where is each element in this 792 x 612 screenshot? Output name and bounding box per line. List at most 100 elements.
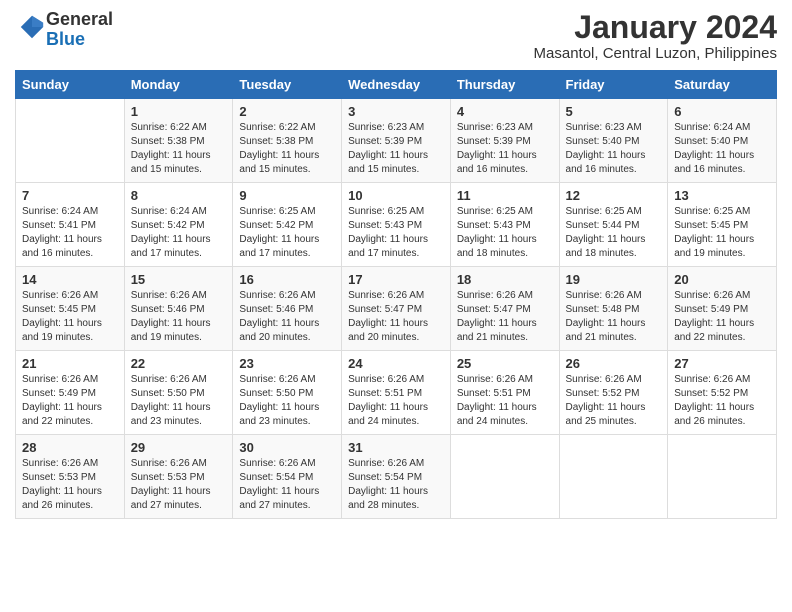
day-number: 26 [566,356,662,371]
day-number: 23 [239,356,335,371]
day-info: Sunrise: 6:26 AM Sunset: 5:50 PM Dayligh… [239,373,335,429]
calendar-body: 1 Sunrise: 6:22 AM Sunset: 5:38 PM Daylig… [16,99,777,519]
page-header: General Blue January 2024 Masantol, Cent… [15,10,777,62]
logo-text: General Blue [46,10,113,50]
day-info: Sunrise: 6:22 AM Sunset: 5:38 PM Dayligh… [239,121,335,177]
location: Masantol, Central Luzon, Philippines [534,45,777,62]
day-info: Sunrise: 6:25 AM Sunset: 5:44 PM Dayligh… [566,205,662,261]
title-block: January 2024 Masantol, Central Luzon, Ph… [534,10,777,62]
day-number: 18 [457,272,553,287]
calendar-cell: 5 Sunrise: 6:23 AM Sunset: 5:40 PM Daylig… [559,99,668,183]
day-info: Sunrise: 6:26 AM Sunset: 5:54 PM Dayligh… [348,457,444,513]
calendar-header-row: SundayMondayTuesdayWednesdayThursdayFrid… [16,71,777,99]
calendar-cell: 30Sunrise: 6:26 AM Sunset: 5:54 PM Dayli… [233,435,342,519]
day-info: Sunrise: 6:26 AM Sunset: 5:46 PM Dayligh… [131,289,227,345]
day-number: 15 [131,272,227,287]
day-info: Sunrise: 6:22 AM Sunset: 5:38 PM Dayligh… [131,121,227,177]
calendar-cell: 25 Sunrise: 6:26 AM Sunset: 5:51 PM Dayli… [450,351,559,435]
day-number: 25 [457,356,553,371]
day-number: 2 [239,104,335,119]
day-info: Sunrise: 6:26 AM Sunset: 5:48 PM Dayligh… [566,289,662,345]
day-info: Sunrise: 6:24 AM Sunset: 5:41 PM Dayligh… [22,205,118,261]
day-number: 30 [239,440,335,455]
calendar-cell: 13Sunrise: 6:25 AM Sunset: 5:45 PM Dayli… [668,183,777,267]
day-info: Sunrise: 6:25 AM Sunset: 5:43 PM Dayligh… [348,205,444,261]
calendar-cell [559,435,668,519]
calendar-cell: 23 Sunrise: 6:26 AM Sunset: 5:50 PM Dayli… [233,351,342,435]
day-number: 19 [566,272,662,287]
day-info: Sunrise: 6:24 AM Sunset: 5:42 PM Dayligh… [131,205,227,261]
logo: General Blue [15,10,113,50]
day-info: Sunrise: 6:26 AM Sunset: 5:52 PM Dayligh… [566,373,662,429]
day-number: 20 [674,272,770,287]
day-number: 1 [131,104,227,119]
calendar-cell: 12Sunrise: 6:25 AM Sunset: 5:44 PM Dayli… [559,183,668,267]
logo-icon [18,13,46,41]
day-number: 6 [674,104,770,119]
calendar-cell: 26 Sunrise: 6:26 AM Sunset: 5:52 PM Dayli… [559,351,668,435]
day-info: Sunrise: 6:25 AM Sunset: 5:43 PM Dayligh… [457,205,553,261]
day-info: Sunrise: 6:23 AM Sunset: 5:39 PM Dayligh… [457,121,553,177]
calendar-cell: 22 Sunrise: 6:26 AM Sunset: 5:50 PM Dayli… [124,351,233,435]
day-number: 3 [348,104,444,119]
calendar-cell: 11Sunrise: 6:25 AM Sunset: 5:43 PM Dayli… [450,183,559,267]
calendar-cell [16,99,125,183]
day-number: 22 [131,356,227,371]
calendar-cell: 10 Sunrise: 6:25 AM Sunset: 5:43 PM Dayli… [342,183,451,267]
day-number: 24 [348,356,444,371]
day-number: 13 [674,188,770,203]
day-number: 27 [674,356,770,371]
day-info: Sunrise: 6:24 AM Sunset: 5:40 PM Dayligh… [674,121,770,177]
calendar-cell: 28Sunrise: 6:26 AM Sunset: 5:53 PM Dayli… [16,435,125,519]
day-number: 7 [22,188,118,203]
day-number: 31 [348,440,444,455]
day-info: Sunrise: 6:26 AM Sunset: 5:49 PM Dayligh… [22,373,118,429]
day-number: 17 [348,272,444,287]
calendar-cell: 17Sunrise: 6:26 AM Sunset: 5:47 PM Dayli… [342,267,451,351]
day-info: Sunrise: 6:26 AM Sunset: 5:50 PM Dayligh… [131,373,227,429]
day-number: 5 [566,104,662,119]
calendar-cell [668,435,777,519]
calendar-cell: 7 Sunrise: 6:24 AM Sunset: 5:41 PM Daylig… [16,183,125,267]
calendar-cell: 6 Sunrise: 6:24 AM Sunset: 5:40 PM Daylig… [668,99,777,183]
calendar-cell: 24Sunrise: 6:26 AM Sunset: 5:51 PM Dayli… [342,351,451,435]
day-info: Sunrise: 6:26 AM Sunset: 5:46 PM Dayligh… [239,289,335,345]
day-number: 28 [22,440,118,455]
day-info: Sunrise: 6:26 AM Sunset: 5:47 PM Dayligh… [457,289,553,345]
calendar-cell: 1 Sunrise: 6:22 AM Sunset: 5:38 PM Daylig… [124,99,233,183]
calendar-cell: 9Sunrise: 6:25 AM Sunset: 5:42 PM Daylig… [233,183,342,267]
day-number: 14 [22,272,118,287]
day-number: 21 [22,356,118,371]
calendar-week-1: 1 Sunrise: 6:22 AM Sunset: 5:38 PM Daylig… [16,99,777,183]
day-number: 16 [239,272,335,287]
calendar-cell: 19 Sunrise: 6:26 AM Sunset: 5:48 PM Dayli… [559,267,668,351]
day-header-friday: Friday [559,71,668,99]
day-info: Sunrise: 6:26 AM Sunset: 5:49 PM Dayligh… [674,289,770,345]
calendar-week-3: 14 Sunrise: 6:26 AM Sunset: 5:45 PM Dayli… [16,267,777,351]
day-header-sunday: Sunday [16,71,125,99]
day-info: Sunrise: 6:25 AM Sunset: 5:42 PM Dayligh… [239,205,335,261]
day-info: Sunrise: 6:26 AM Sunset: 5:53 PM Dayligh… [131,457,227,513]
day-header-tuesday: Tuesday [233,71,342,99]
day-number: 4 [457,104,553,119]
calendar-cell: 3 Sunrise: 6:23 AM Sunset: 5:39 PM Daylig… [342,99,451,183]
calendar-cell: 31 Sunrise: 6:26 AM Sunset: 5:54 PM Dayli… [342,435,451,519]
calendar-cell [450,435,559,519]
calendar-cell: 16 Sunrise: 6:26 AM Sunset: 5:46 PM Dayli… [233,267,342,351]
day-info: Sunrise: 6:26 AM Sunset: 5:45 PM Dayligh… [22,289,118,345]
day-info: Sunrise: 6:26 AM Sunset: 5:51 PM Dayligh… [457,373,553,429]
day-header-wednesday: Wednesday [342,71,451,99]
calendar-week-5: 28 Sunrise: 6:26 AM Sunset: 5:53 PM Dayli… [16,435,777,519]
calendar-week-4: 21 Sunrise: 6:26 AM Sunset: 5:49 PM Dayli… [16,351,777,435]
day-number: 8 [131,188,227,203]
day-info: Sunrise: 6:23 AM Sunset: 5:39 PM Dayligh… [348,121,444,177]
day-number: 10 [348,188,444,203]
calendar-table: SundayMondayTuesdayWednesdayThursdayFrid… [15,70,777,519]
calendar-cell: 18 Sunrise: 6:26 AM Sunset: 5:47 PM Dayli… [450,267,559,351]
day-header-thursday: Thursday [450,71,559,99]
calendar-cell: 2 Sunrise: 6:22 AM Sunset: 5:38 PM Daylig… [233,99,342,183]
day-header-saturday: Saturday [668,71,777,99]
day-info: Sunrise: 6:23 AM Sunset: 5:40 PM Dayligh… [566,121,662,177]
day-header-monday: Monday [124,71,233,99]
calendar-week-2: 7 Sunrise: 6:24 AM Sunset: 5:41 PM Daylig… [16,183,777,267]
